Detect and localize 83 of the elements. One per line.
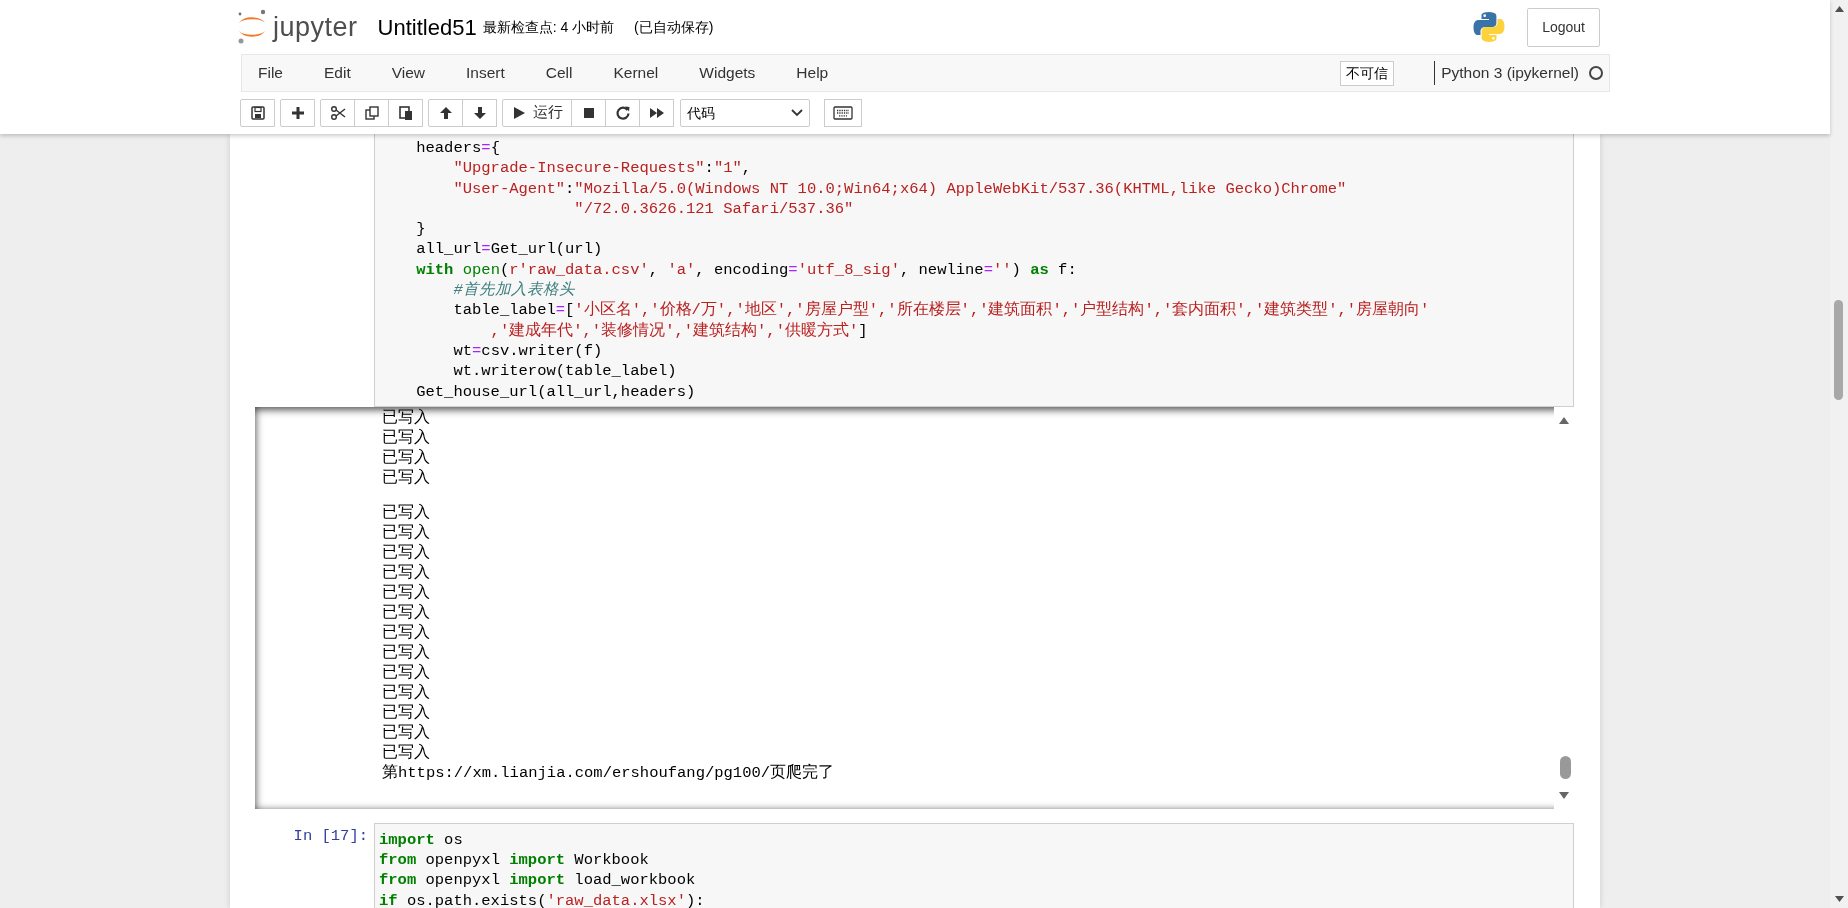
- output-line: 已写入: [382, 582, 431, 603]
- scroll-up-icon[interactable]: [1559, 416, 1569, 424]
- output-line: 已写入: [382, 427, 431, 448]
- down-button[interactable]: [462, 99, 497, 127]
- paste-icon: [397, 105, 414, 121]
- menu-item[interactable]: Kernel: [607, 61, 677, 85]
- page-scrollbar-thumb[interactable]: [1834, 300, 1843, 400]
- menu-item[interactable]: File: [252, 61, 301, 85]
- output-line: 已写入: [382, 662, 431, 683]
- copy-icon: [363, 105, 380, 121]
- scissors-icon: [329, 105, 346, 121]
- menu-item[interactable]: Edit: [318, 61, 369, 85]
- keyboard-icon: [833, 106, 853, 120]
- menu-item[interactable]: Insert: [460, 61, 523, 85]
- output-line: 已写入: [382, 742, 431, 763]
- code-line: wt.writerow(table_label): [452, 361, 678, 382]
- save-icon: [249, 105, 266, 121]
- menu-item[interactable]: Cell: [539, 61, 591, 85]
- play-icon: [511, 105, 527, 121]
- code-line: from openpyxl import load_workbook: [379, 870, 697, 891]
- trust-indicator[interactable]: 不可信: [1340, 60, 1395, 86]
- code-line: headers={: [415, 138, 501, 159]
- output-line: 已写入: [382, 702, 431, 723]
- menu-item[interactable]: View: [385, 61, 444, 85]
- kernel-name[interactable]: Python 3 (ipykernel): [1434, 61, 1579, 85]
- output-scrollbar-thumb[interactable]: [1560, 755, 1571, 779]
- code-line: import os: [379, 829, 464, 851]
- code-line: table_label=['小区名','价格/万','地区','房屋户型','所在楼层','建筑面积','户型结构','套内面积','建筑类型','房屋朝向': [452, 300, 1431, 321]
- scroll-down-icon[interactable]: [1559, 791, 1569, 799]
- output-line: 已写入: [382, 562, 431, 583]
- menu-item[interactable]: Widgets: [693, 61, 774, 85]
- code-line: }: [415, 219, 427, 240]
- output-line: 第https://xm.lianjia.com/ershoufang/pg100/页爬完了: [382, 762, 836, 783]
- keyboard-button[interactable]: [824, 99, 862, 127]
- save-button[interactable]: [240, 99, 275, 127]
- code-line: all_url=Get_url(url): [415, 239, 604, 260]
- scroll-down-icon[interactable]: [1835, 896, 1844, 902]
- cell-type-dropdown[interactable]: 代码: [680, 99, 810, 127]
- menu-item[interactable]: Help: [790, 61, 847, 85]
- code-line: #首先加入表格头: [452, 280, 576, 301]
- code-line: "/72.0.3626.121 Safari/537.36": [573, 198, 855, 220]
- output-line: 已写入: [382, 407, 431, 428]
- output-line: 已写入: [382, 682, 431, 703]
- output-line: 已写入: [382, 542, 431, 563]
- cell-prompt: In [17]:: [293, 826, 368, 845]
- output-line: 已写入: [382, 467, 431, 488]
- code-line: if os.path.exists('raw_data.xlsx'):: [379, 890, 706, 908]
- autosave-status: (已自动保存): [634, 17, 714, 37]
- restart-button[interactable]: [605, 99, 640, 127]
- output-line: 已写入: [382, 447, 431, 468]
- code-input-area[interactable]: [374, 134, 1574, 407]
- code-input-area[interactable]: import os from openpyxl import Workbook from openpyxl import load_workbook if os.path.exists('raw_data.xlsx'):: [374, 822, 1574, 908]
- fastforward-button[interactable]: [639, 99, 674, 127]
- code-line: wt=csv.writer(f): [452, 340, 604, 362]
- notebook-name[interactable]: Untitled51: [377, 10, 477, 44]
- output-line: 已写入: [382, 502, 431, 523]
- output-line: 已写入: [382, 522, 431, 543]
- paste-button[interactable]: [388, 99, 423, 127]
- add-button[interactable]: [280, 99, 315, 127]
- logout-button[interactable]: Logout: [1527, 7, 1600, 47]
- caret-icon: [791, 109, 803, 117]
- code-line: ,'建成年代','装修情况','建筑结构','供暖方式']: [489, 320, 869, 341]
- scroll-up-icon[interactable]: [1835, 6, 1844, 12]
- plus-icon: [289, 105, 306, 121]
- output-line: 已写入: [382, 602, 431, 623]
- kernel-logo-icon: [1473, 11, 1506, 43]
- copy-button[interactable]: [354, 99, 389, 127]
- code-line: from openpyxl import Workbook: [379, 850, 650, 871]
- output-line: 已写入: [382, 642, 431, 663]
- fast-forward-icon: [648, 105, 665, 121]
- code-line: with open(r'raw_data.csv', 'a', encoding='utf_8_sig', newline='') as f:: [415, 259, 1078, 281]
- code-line: "User-Agent":"Mozilla/5.0(Windows NT 10.0;Win64;x64) AppleWebKit/537.36(KHTML,like Gecko)Chrome": [452, 178, 1348, 199]
- code-line: Get_house_url(all_url,headers): [415, 381, 697, 402]
- run-button[interactable]: 运行: [502, 99, 572, 127]
- output-line: 已写入: [382, 722, 431, 743]
- code-line: "Upgrade-Insecure-Requests":"1",: [452, 158, 753, 179]
- stop-button[interactable]: [571, 99, 606, 127]
- cut-button[interactable]: [320, 99, 355, 127]
- logo-text[interactable]: jupyter: [273, 6, 358, 48]
- output-line: 已写入: [382, 622, 431, 643]
- checkpoint-text: 最新检查点: 4 小时前: [482, 17, 615, 37]
- up-button[interactable]: [428, 99, 463, 127]
- restart-icon: [614, 105, 631, 121]
